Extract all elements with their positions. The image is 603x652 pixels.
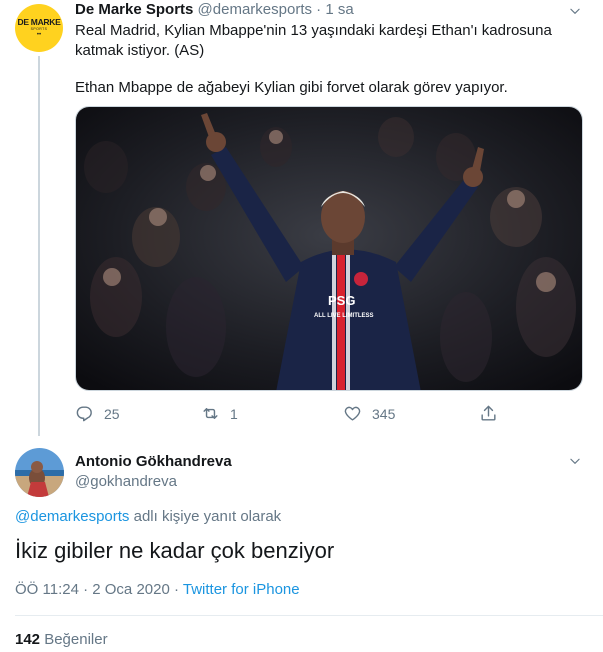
tweet-text-line: Ethan Mbappe de ağabeyi Kylian gibi forv… [75, 79, 508, 96]
thread-connector-line [38, 56, 40, 436]
reply-author-handle[interactable]: @gokhandreva [75, 472, 177, 492]
reply-author-avatar[interactable] [15, 448, 64, 497]
tweet-text-line: katmak istiyor. (AS) [75, 42, 205, 59]
tweet-meta: ÖÖ 11:24 · 2 Oca 2020 · Twitter for iPho… [15, 580, 300, 600]
tweet-photo[interactable]: PSG ALL LIVE LIMITLESS [75, 106, 583, 391]
tweet-timestamp[interactable]: ÖÖ 11:24 · 2 Oca 2020 · [15, 581, 183, 598]
avatar-logo-text: DE MARKE [17, 17, 61, 27]
divider [15, 615, 603, 616]
jersey-sponsor-text: ALL LIVE LIMITLESS [314, 313, 374, 319]
parent-tweet[interactable]: DE MARKE SPORTS •• De Marke Sports @dema… [0, 0, 603, 436]
likes-count: 142 [15, 631, 41, 648]
author-avatar[interactable]: DE MARKE SPORTS •• [15, 4, 63, 52]
tweet-header: De Marke Sports @demarkesports · 1 sa [75, 0, 354, 20]
reply-to-mention-link[interactable]: @demarkesports [15, 508, 129, 525]
likes-label: Beğeniler [40, 631, 108, 648]
reply-tweet-text: İkiz gibiler ne kadar çok benziyor [15, 538, 335, 563]
like-button[interactable]: 345 [343, 404, 395, 423]
share-icon [481, 405, 496, 421]
author-name[interactable]: De Marke Sports [75, 1, 193, 18]
likes-stat[interactable]: 142 Beğeniler [15, 630, 108, 650]
avatar-logo-dots: •• [36, 32, 42, 38]
chevron-down-icon[interactable] [568, 4, 582, 18]
retweet-count: 1 [230, 405, 238, 422]
chevron-down-icon[interactable] [568, 454, 582, 468]
retweet-icon [203, 408, 218, 419]
like-count: 345 [372, 405, 396, 422]
share-button[interactable] [479, 404, 508, 423]
retweet-button[interactable]: 1 [201, 404, 238, 423]
heart-icon [344, 406, 361, 421]
tweet-source-link[interactable]: Twitter for iPhone [183, 581, 300, 598]
reply-author-name[interactable]: Antonio Gökhandreva [75, 452, 232, 472]
replying-to-line: @demarkesports adlı kişiye yanıt olarak [15, 507, 281, 527]
reply-icon [76, 406, 92, 422]
reply-button[interactable]: 25 [75, 404, 120, 423]
tweet-time[interactable]: · 1 sa [316, 1, 354, 18]
author-handle[interactable]: @demarkesports [198, 1, 312, 18]
reply-to-suffix: adlı kişiye yanıt olarak [129, 508, 282, 525]
jersey-logo-text: PSG [328, 293, 355, 308]
tweet-actions: 25 1 345 [75, 404, 583, 430]
reply-count: 25 [104, 405, 120, 422]
tweet-text-line: Real Madrid, Kylian Mbappe'nin 13 yaşınd… [75, 22, 552, 39]
